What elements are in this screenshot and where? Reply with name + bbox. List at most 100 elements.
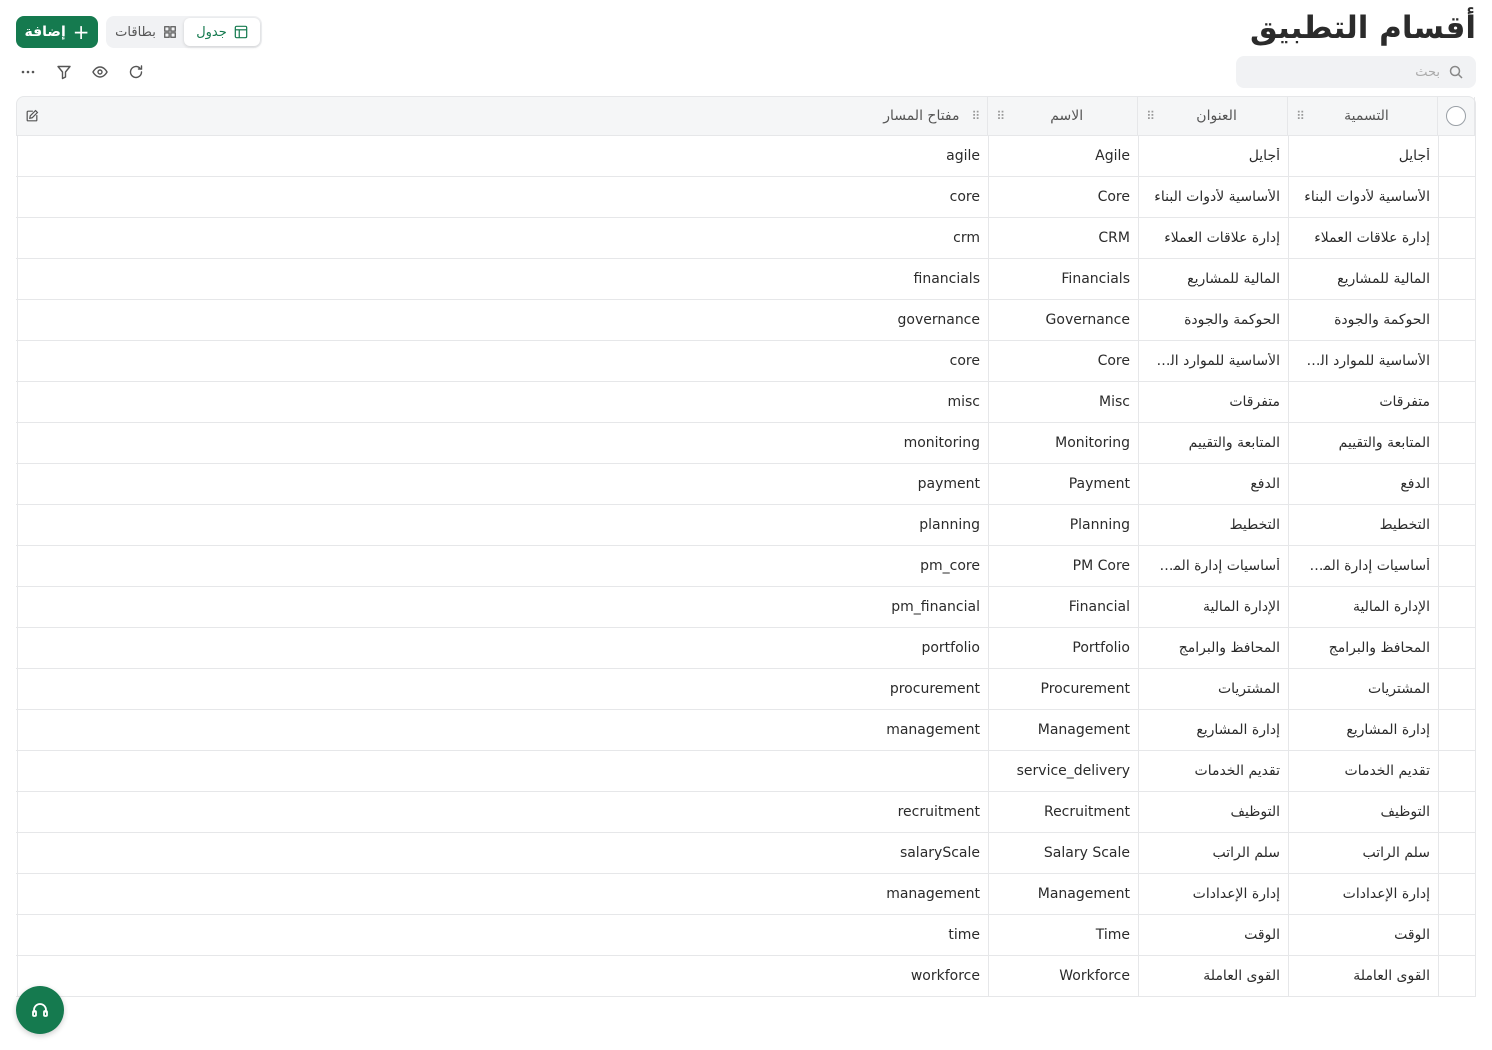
data-table: التسمية ⠿ العنوان ⠿ الاسم ⠿ ⠿ مفتاح المس… [16, 96, 1476, 997]
more-button[interactable] [16, 56, 40, 88]
table-row[interactable]: المحافظ والبرامج المحافظ والبرامج Portfoli… [16, 628, 1476, 669]
cell-label: الوقت [1288, 915, 1438, 955]
row-select-cell[interactable] [1438, 300, 1476, 340]
view-cards-option[interactable]: بطاقات [108, 18, 184, 46]
cell-label: متفرقات [1288, 382, 1438, 422]
row-select-cell[interactable] [1438, 464, 1476, 504]
cell-title: إدارة المشاريع [1138, 710, 1288, 750]
cell-name: Core [988, 177, 1138, 217]
row-select-cell[interactable] [1438, 956, 1476, 996]
edit-icon[interactable] [25, 109, 39, 123]
cell-label-text: الوقت [1394, 927, 1430, 943]
table-row[interactable]: الأساسية لأدوات البناء الأساسية لأدوات ال… [16, 177, 1476, 218]
cell-route-key: financials [17, 259, 988, 299]
table-row[interactable]: الدفع الدفع Payment payment [16, 464, 1476, 505]
cell-title-text: المتابعة والتقييم [1188, 435, 1280, 451]
table-row[interactable]: الحوكمة والجودة الحوكمة والجودة Governance… [16, 300, 1476, 341]
row-select-cell[interactable] [1438, 259, 1476, 299]
row-select-cell[interactable] [1438, 546, 1476, 586]
row-select-cell[interactable] [1438, 218, 1476, 258]
drag-handle-icon[interactable]: ⠿ [1296, 109, 1305, 123]
column-header-title[interactable]: العنوان ⠿ [1137, 97, 1287, 135]
table-row[interactable]: متفرقات متفرقات Misc misc [16, 382, 1476, 423]
row-select-cell[interactable] [1438, 669, 1476, 709]
cell-route-key-text: recruitment [897, 804, 980, 820]
table-row[interactable]: القوى العاملة القوى العاملة Workforce workf… [16, 956, 1476, 997]
row-select-cell[interactable] [1438, 341, 1476, 381]
cell-name: Recruitment [988, 792, 1138, 832]
column-header-name[interactable]: الاسم ⠿ [987, 97, 1137, 135]
table-row[interactable]: الوقت الوقت Time time [16, 915, 1476, 956]
cell-title: الأساسية للموارد الب... [1138, 341, 1288, 381]
table-row[interactable]: سلم الراتب سلم الراتب Salary Scale salarySc… [16, 833, 1476, 874]
drag-handle-icon[interactable]: ⠿ [972, 109, 981, 123]
cell-label-text: التخطيط [1379, 517, 1430, 533]
search-input[interactable] [1248, 64, 1440, 80]
cell-label: إدارة الإعدادات [1288, 874, 1438, 914]
visibility-button[interactable] [88, 56, 112, 88]
drag-handle-icon[interactable]: ⠿ [996, 109, 1005, 123]
cell-title-text: الوقت [1244, 927, 1280, 943]
table-row[interactable]: التوظيف التوظيف Recruitment recruitment [16, 792, 1476, 833]
table-row[interactable]: تقديم الخدمات تقديم الخدمات service_delive… [16, 751, 1476, 792]
row-select-cell[interactable] [1438, 874, 1476, 914]
cell-title: متفرقات [1138, 382, 1288, 422]
cell-route-key: planning [17, 505, 988, 545]
table-row[interactable]: إدارة علاقات العملاء إدارة علاقات العملاء… [16, 218, 1476, 259]
row-select-cell[interactable] [1438, 915, 1476, 955]
filter-button[interactable] [52, 56, 76, 88]
column-header-label[interactable]: التسمية ⠿ [1287, 97, 1437, 135]
column-header-route-key[interactable]: ⠿ مفتاح المسار [17, 97, 987, 135]
row-select-cell[interactable] [1438, 136, 1476, 176]
table-row[interactable]: الإدارة المالية الإدارة المالية Financial p… [16, 587, 1476, 628]
cell-title-text: تقديم الخدمات [1194, 763, 1280, 779]
view-table-option[interactable]: جدول [184, 18, 260, 46]
row-select-cell[interactable] [1438, 833, 1476, 873]
row-select-cell[interactable] [1438, 382, 1476, 422]
row-select-cell[interactable] [1438, 423, 1476, 463]
table-row[interactable]: التخطيط التخطيط Planning planning [16, 505, 1476, 546]
drag-handle-icon[interactable]: ⠿ [1146, 109, 1155, 123]
table-row[interactable]: أساسيات إدارة المش... أساسيات إدارة المش.… [16, 546, 1476, 587]
cell-name: Management [988, 874, 1138, 914]
refresh-button[interactable] [124, 56, 148, 88]
cell-label-text: الأساسية لأدوات البناء [1304, 189, 1430, 205]
cell-label: المتابعة والتقييم [1288, 423, 1438, 463]
select-all-checkbox[interactable] [1446, 106, 1467, 126]
table-row[interactable]: الأساسية للموارد الب... الأساسية للموارد … [16, 341, 1476, 382]
support-button[interactable] [16, 986, 64, 1034]
cell-route-key: governance [17, 300, 988, 340]
cell-title: المالية للمشاريع [1138, 259, 1288, 299]
cell-name-text: Salary Scale [1043, 845, 1130, 861]
grid-icon [163, 26, 176, 38]
row-select-cell[interactable] [1438, 505, 1476, 545]
add-button[interactable]: + إضافة [16, 16, 98, 48]
cell-route-key-text: core [949, 189, 980, 205]
cell-label: تقديم الخدمات [1288, 751, 1438, 791]
row-select-cell[interactable] [1438, 792, 1476, 832]
row-select-cell[interactable] [1438, 177, 1476, 217]
cell-name: Salary Scale [988, 833, 1138, 873]
table-row[interactable]: أجايل أجايل Agile agile [16, 136, 1476, 177]
cell-title-text: الأساسية لأدوات البناء [1154, 189, 1280, 205]
table-row[interactable]: المالية للمشاريع المالية للمشاريع Financia… [16, 259, 1476, 300]
row-select-cell[interactable] [1438, 587, 1476, 627]
table-row[interactable]: المتابعة والتقييم المتابعة والتقييم Monito… [16, 423, 1476, 464]
cell-name: Payment [988, 464, 1138, 504]
cell-route-key: recruitment [17, 792, 988, 832]
cell-route-key: management [17, 710, 988, 750]
row-select-cell[interactable] [1438, 751, 1476, 791]
row-select-cell[interactable] [1438, 628, 1476, 668]
column-name-text: الاسم [1050, 108, 1084, 124]
table-row[interactable]: المشتريات المشتريات Procurement procurement [16, 669, 1476, 710]
cell-name: Management [988, 710, 1138, 750]
cell-name: Financial [988, 587, 1138, 627]
cell-route-key-text: misc [947, 394, 980, 410]
cell-route-key: salaryScale [17, 833, 988, 873]
table-row[interactable]: إدارة الإعدادات إدارة الإعدادات Management… [16, 874, 1476, 915]
row-select-cell[interactable] [1438, 710, 1476, 750]
table-row[interactable]: إدارة المشاريع إدارة المشاريع Management ma… [16, 710, 1476, 751]
cell-route-key: portfolio [17, 628, 988, 668]
cell-label: التخطيط [1288, 505, 1438, 545]
refresh-icon [129, 65, 143, 79]
